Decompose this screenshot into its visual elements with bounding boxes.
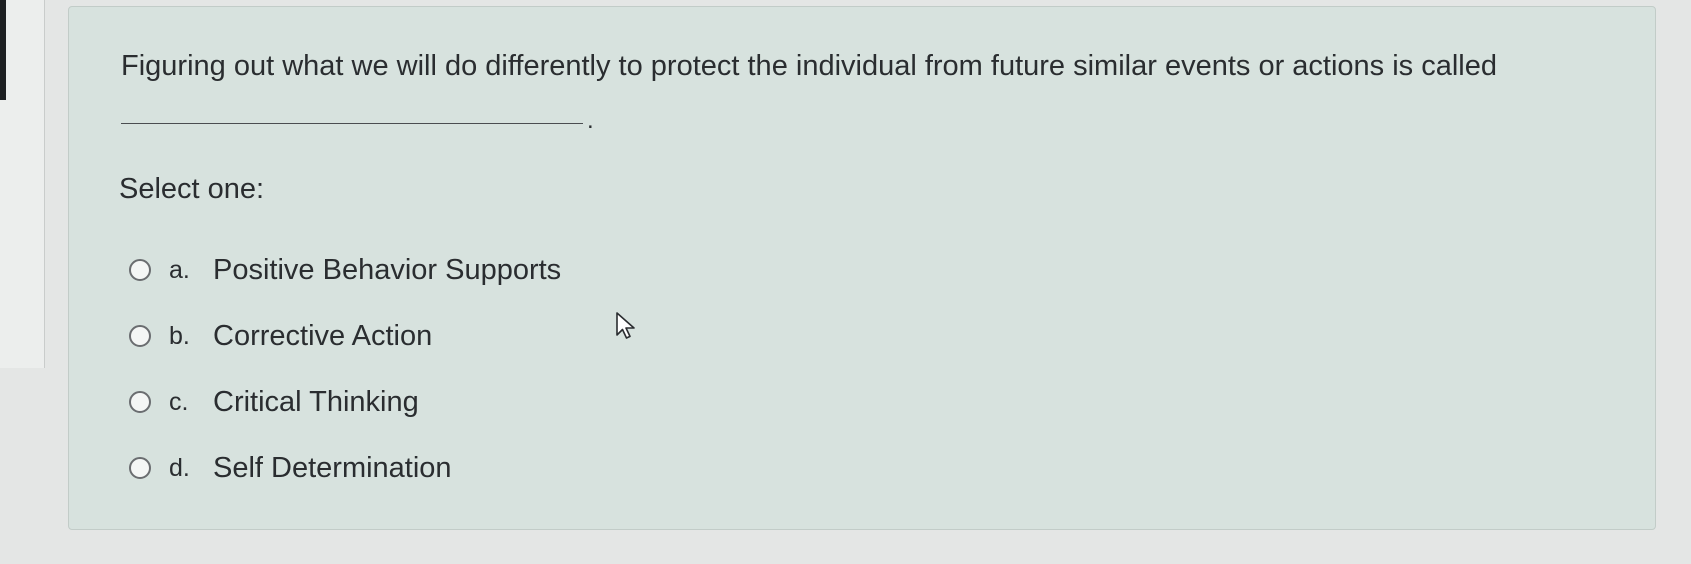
option-letter: b. [169, 321, 190, 350]
left-dark-edge [0, 0, 6, 100]
answer-option-b[interactable]: b. Corrective Action [129, 303, 561, 369]
radio-button-icon[interactable] [129, 259, 151, 281]
answer-option-a[interactable]: a. Positive Behavior Supports [129, 237, 561, 303]
answer-blank [121, 123, 583, 124]
answer-options: a. Positive Behavior Supports b. Correct… [129, 237, 561, 501]
option-label[interactable]: Critical Thinking [213, 386, 419, 419]
question-text: Figuring out what we will do differently… [121, 50, 1497, 82]
option-label[interactable]: Corrective Action [213, 320, 432, 353]
answer-option-d[interactable]: d. Self Determination [129, 435, 561, 501]
radio-button-icon[interactable] [129, 457, 151, 479]
select-one-prompt: Select one: [119, 173, 265, 205]
option-letter: c. [169, 387, 189, 416]
option-letter: a. [169, 255, 190, 284]
left-panel-edge [0, 0, 45, 368]
option-label[interactable]: Self Determination [213, 452, 452, 485]
radio-button-icon[interactable] [129, 391, 151, 413]
option-label[interactable]: Positive Behavior Supports [213, 254, 561, 287]
answer-option-c[interactable]: c. Critical Thinking [129, 369, 561, 435]
option-letter: d. [169, 453, 190, 482]
mouse-pointer-icon [616, 312, 635, 339]
radio-button-icon[interactable] [129, 325, 151, 347]
blank-period: . [587, 107, 594, 134]
question-card: Figuring out what we will do differently… [68, 6, 1656, 530]
